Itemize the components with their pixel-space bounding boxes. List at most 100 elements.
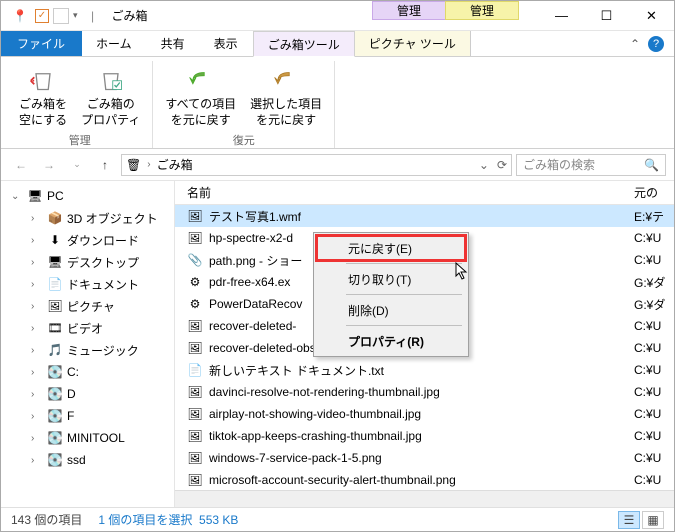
nav-item[interactable]: ›🖼ピクチャ — [3, 295, 172, 317]
breadcrumb-location[interactable]: ごみ箱 — [157, 156, 193, 173]
search-placeholder: ごみ箱の検索 — [523, 156, 595, 173]
window-controls: — ☐ ✕ — [539, 1, 674, 30]
ribbon-tabs: ファイル ホーム 共有 表示 ごみ箱ツール ピクチャ ツール ⌃ ? — [1, 31, 674, 57]
chevron-right-icon[interactable]: › — [31, 367, 43, 378]
column-original-location[interactable]: 元の — [634, 184, 674, 201]
minimize-button[interactable]: — — [539, 1, 584, 30]
refresh-icon[interactable]: ⟳ — [497, 158, 507, 172]
column-name[interactable]: 名前 — [187, 184, 634, 201]
column-headers[interactable]: 名前 元の — [175, 181, 674, 205]
file-name: davinci-resolve-not-rendering-thumbnail.… — [209, 385, 628, 399]
tab-recyclebin-tools[interactable]: ごみ箱ツール — [253, 31, 355, 57]
search-input[interactable]: ごみ箱の検索 🔍 — [516, 154, 666, 176]
nav-item[interactable]: ›💽ssd — [3, 449, 172, 471]
restore-all-button[interactable]: すべての項目 を元に戻す — [161, 61, 240, 130]
group-restore-label: 復元 — [233, 130, 255, 152]
tab-view[interactable]: 表示 — [200, 31, 253, 56]
recycle-bin-properties-button[interactable]: ごみ箱の プロパティ — [77, 61, 144, 130]
file-icon: ⚙ — [187, 274, 203, 290]
forward-button[interactable]: → — [37, 153, 61, 177]
chevron-right-icon[interactable]: › — [31, 235, 43, 246]
navigation-pane[interactable]: ⌄ 🖥 PC ›📦3D オブジェクト›⬇ダウンロード›🖥デスクトップ›📄ドキュメ… — [1, 181, 175, 507]
contextual-tab-recyclebin[interactable]: 管理 — [372, 1, 446, 20]
file-location: E:¥テ — [634, 208, 674, 225]
chevron-right-icon[interactable]: › — [31, 257, 43, 268]
file-location: C:¥U — [634, 319, 674, 333]
file-location: C:¥U — [634, 253, 674, 267]
file-row[interactable]: 🖼tiktok-app-keeps-crashing-thumbnail.jpg… — [175, 425, 674, 447]
nav-item[interactable]: › 💽 MINITOOL — [3, 427, 172, 449]
context-delete[interactable]: 削除(D) — [316, 297, 466, 323]
restore-selected-button[interactable]: 選択した項目 を元に戻す — [246, 61, 326, 130]
view-details-button[interactable]: ☰ — [618, 511, 640, 529]
maximize-button[interactable]: ☐ — [584, 1, 629, 30]
file-row[interactable]: 🖼windows-7-service-pack-1-5.pngC:¥U — [175, 447, 674, 469]
context-separator — [346, 325, 462, 326]
file-name: airplay-not-showing-video-thumbnail.jpg — [209, 407, 628, 421]
view-thumbnails-button[interactable]: ▦ — [642, 511, 664, 529]
chevron-right-icon[interactable]: › — [31, 301, 43, 312]
context-cut[interactable]: 切り取り(T) — [316, 266, 466, 292]
chevron-right-icon[interactable]: › — [31, 323, 43, 334]
nav-item-label: ビデオ — [67, 320, 103, 337]
recycle-bin-icon: 🗑 — [126, 158, 141, 172]
file-row[interactable]: 🖼davinci-resolve-not-rendering-thumbnail… — [175, 381, 674, 403]
chevron-right-icon[interactable]: › — [31, 389, 43, 400]
nav-item-label: ssd — [67, 453, 86, 467]
tab-home[interactable]: ホーム — [82, 31, 147, 56]
nav-item[interactable]: ›🎵ミュージック — [3, 339, 172, 361]
close-button[interactable]: ✕ — [629, 1, 674, 30]
chevron-right-icon[interactable]: › — [31, 433, 43, 444]
file-row[interactable]: 🖼microsoft-account-security-alert-thumbn… — [175, 469, 674, 490]
file-icon: 🖼 — [187, 340, 203, 356]
nav-item[interactable]: ›💽F — [3, 405, 172, 427]
nav-item[interactable]: › 🎞ビデオ — [3, 317, 172, 339]
chevron-down-icon[interactable]: ⌄ — [11, 191, 23, 202]
horizontal-scrollbar[interactable] — [175, 490, 674, 507]
context-properties[interactable]: プロパティ(R) — [316, 328, 466, 354]
nav-item[interactable]: ›🖥デスクトップ — [3, 251, 172, 273]
checkbox-icon[interactable]: ✓ — [35, 9, 49, 23]
nav-item[interactable]: ›📄ドキュメント — [3, 273, 172, 295]
file-row[interactable]: 🖼airplay-not-showing-video-thumbnail.jpg… — [175, 403, 674, 425]
chevron-right-icon[interactable]: › — [31, 279, 43, 290]
qat-dropdown-icon[interactable]: ▾ — [73, 10, 78, 21]
chevron-right-icon[interactable]: › — [31, 345, 43, 356]
context-restore[interactable]: 元に戻す(E) — [316, 235, 466, 261]
file-icon: 🖼 — [187, 450, 203, 466]
chevron-right-icon[interactable]: › — [31, 455, 43, 466]
nav-item-icon: 💽 — [47, 408, 63, 424]
nav-item-icon: 💽 — [47, 430, 63, 446]
collapse-ribbon-icon[interactable]: ⌃ — [630, 37, 640, 51]
nav-item-icon: 🎞 — [47, 320, 63, 336]
nav-item-icon: ⬇ — [47, 232, 63, 248]
chevron-right-icon[interactable]: › — [31, 213, 43, 224]
back-button[interactable]: ← — [9, 153, 33, 177]
file-icon: 🖼 — [187, 472, 203, 488]
nav-item[interactable]: ›⬇ダウンロード — [3, 229, 172, 251]
nav-item[interactable]: ›💽C: — [3, 361, 172, 383]
nav-item-icon: 🖥 — [47, 254, 63, 270]
pin-icon[interactable]: 📍 — [9, 5, 31, 27]
tab-picture-tools[interactable]: ピクチャ ツール — [355, 31, 471, 56]
file-icon: 🖼 — [187, 318, 203, 334]
tab-file[interactable]: ファイル — [1, 31, 82, 56]
up-button[interactable]: ↑ — [93, 153, 117, 177]
contextual-tab-picture[interactable]: 管理 — [445, 1, 519, 20]
tab-share[interactable]: 共有 — [147, 31, 200, 56]
file-row[interactable]: 📄新しいテキスト ドキュメント.txtC:¥U — [175, 359, 674, 381]
file-name: tiktok-app-keeps-crashing-thumbnail.jpg — [209, 429, 628, 443]
file-row[interactable]: 🖼テスト写真1.wmfE:¥テ — [175, 205, 674, 227]
nav-item[interactable]: ›📦3D オブジェクト — [3, 207, 172, 229]
breadcrumb-chevron-icon[interactable]: › — [147, 159, 150, 170]
status-bar: 143 個の項目 1 個の項目を選択 553 KB ☰ ▦ — [1, 507, 674, 531]
chevron-right-icon[interactable]: › — [31, 411, 43, 422]
address-dropdown-icon[interactable]: ⌄ — [479, 158, 489, 172]
address-box[interactable]: 🗑 › ごみ箱 ⌄ ⟳ — [121, 154, 512, 176]
nav-item[interactable]: ›💽D — [3, 383, 172, 405]
nav-item-label: MINITOOL — [67, 431, 125, 445]
empty-recycle-bin-button[interactable]: ごみ箱を 空にする — [15, 61, 71, 130]
help-icon[interactable]: ? — [648, 36, 664, 52]
nav-pc[interactable]: ⌄ 🖥 PC — [3, 185, 172, 207]
recent-dropdown-icon[interactable]: ⌄ — [65, 153, 89, 177]
